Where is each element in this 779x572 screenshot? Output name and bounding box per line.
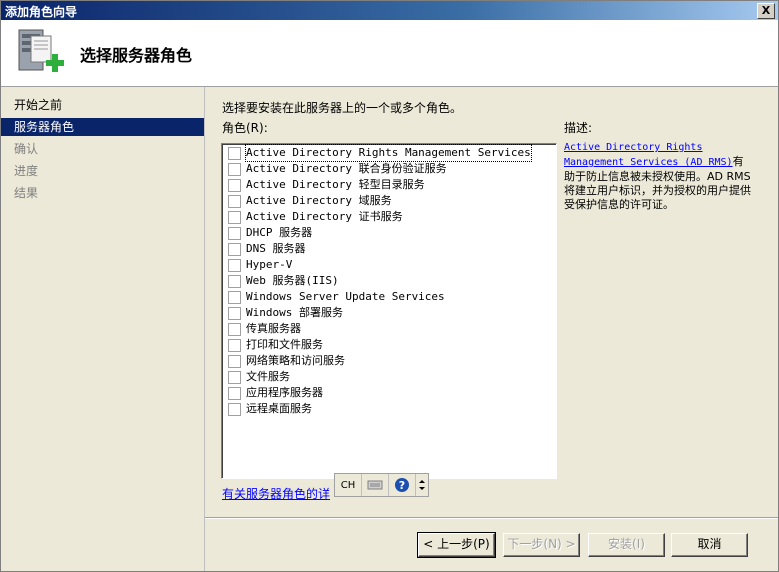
main-content: 选择要安装在此服务器上的一个或多个角色。 角色(R): Active Direc…: [205, 87, 778, 517]
role-label: Windows 部署服务: [246, 306, 343, 319]
role-item[interactable]: Active Directory 证书服务: [226, 209, 546, 225]
title-bar[interactable]: 添加角色向导 X: [1, 1, 778, 20]
role-checkbox[interactable]: [228, 339, 241, 352]
role-checkbox[interactable]: [228, 403, 241, 416]
description-panel: Active Directory Rights Management Servi…: [564, 140, 754, 212]
role-checkbox[interactable]: [228, 195, 241, 208]
window-title: 添加角色向导: [5, 5, 78, 19]
role-checkbox[interactable]: [228, 227, 241, 240]
role-item[interactable]: 远程桌面服务: [226, 401, 546, 417]
more-info-link[interactable]: 有关服务器角色的详: [222, 485, 330, 502]
role-item[interactable]: 应用程序服务器: [226, 385, 546, 401]
wizard-header: 选择服务器角色: [1, 20, 778, 87]
role-label: Active Directory 轻型目录服务: [246, 178, 425, 191]
role-item[interactable]: Active Directory 域服务: [226, 193, 546, 209]
back-button[interactable]: < 上一步(P): [417, 532, 496, 558]
nav-item-progress: 进度: [14, 164, 39, 178]
role-label: Active Directory Rights Management Servi…: [245, 144, 532, 162]
add-roles-wizard-window: 添加角色向导 X 选择服务器角色 开始之前 服务器角色 确认 进度 结果 选择要…: [0, 0, 779, 572]
options-arrow-icon[interactable]: [416, 474, 428, 496]
role-checkbox[interactable]: [228, 259, 241, 272]
wizard-steps-nav: 开始之前 服务器角色 确认 进度 结果: [1, 87, 205, 571]
help-icon[interactable]: ?: [389, 474, 416, 496]
role-label: Windows Server Update Services: [246, 290, 445, 303]
role-item[interactable]: Active Directory Rights Management Servi…: [226, 144, 546, 162]
role-item[interactable]: DNS 服务器: [226, 241, 546, 257]
description-link[interactable]: Active Directory Rights Management Servi…: [564, 142, 733, 168]
role-label: 文件服务: [246, 370, 290, 383]
install-button[interactable]: 安装(I): [588, 533, 665, 557]
role-checkbox[interactable]: [228, 243, 241, 256]
role-checkbox[interactable]: [228, 147, 241, 160]
role-label: 远程桌面服务: [246, 402, 312, 415]
role-checkbox[interactable]: [228, 371, 241, 384]
close-button[interactable]: X: [757, 3, 775, 19]
role-item[interactable]: 网络策略和访问服务: [226, 353, 546, 369]
instruction-text: 选择要安装在此服务器上的一个或多个角色。: [222, 101, 463, 115]
role-item[interactable]: Active Directory 轻型目录服务: [226, 177, 546, 193]
role-checkbox[interactable]: [228, 211, 241, 224]
nav-item-before-you-begin[interactable]: 开始之前: [1, 96, 204, 114]
role-checkbox[interactable]: [228, 179, 241, 192]
role-label: Active Directory 域服务: [246, 194, 392, 207]
nav-item-server-roles[interactable]: 服务器角色: [1, 118, 204, 136]
role-item[interactable]: 传真服务器: [226, 321, 546, 337]
role-label: 应用程序服务器: [246, 386, 323, 399]
role-checkbox[interactable]: [228, 163, 241, 176]
ime-toolbar[interactable]: CH ?: [334, 473, 429, 497]
server-add-icon: [18, 29, 64, 72]
role-checkbox[interactable]: [228, 307, 241, 320]
role-label: 传真服务器: [246, 322, 301, 335]
role-label: DNS 服务器: [246, 242, 306, 255]
role-item[interactable]: Hyper-V: [226, 257, 546, 273]
role-checkbox[interactable]: [228, 387, 241, 400]
role-label: 打印和文件服务: [246, 338, 323, 351]
roles-label: 角色(R):: [222, 121, 268, 135]
role-item[interactable]: Windows 部署服务: [226, 305, 546, 321]
ime-language-button[interactable]: CH: [335, 474, 362, 496]
cancel-button[interactable]: 取消: [671, 533, 748, 557]
wizard-footer: < 上一步(P) 下一步(N) > 安装(I) 取消: [205, 517, 778, 572]
role-label: Web 服务器(IIS): [246, 274, 339, 287]
nav-item-confirmation: 确认: [14, 142, 39, 156]
roles-list[interactable]: Active Directory Rights Management Servi…: [221, 143, 557, 479]
role-item[interactable]: Web 服务器(IIS): [226, 273, 546, 289]
role-checkbox[interactable]: [228, 323, 241, 336]
role-checkbox[interactable]: [228, 275, 241, 288]
description-label: 描述:: [564, 121, 593, 135]
role-label: Active Directory 联合身份验证服务: [246, 162, 447, 175]
next-button[interactable]: 下一步(N) >: [503, 533, 580, 557]
role-label: Active Directory 证书服务: [246, 210, 403, 223]
role-item[interactable]: 打印和文件服务: [226, 337, 546, 353]
role-item[interactable]: Active Directory 联合身份验证服务: [226, 161, 546, 177]
nav-item-results: 结果: [14, 186, 39, 200]
role-item[interactable]: Windows Server Update Services: [226, 289, 546, 305]
role-label: DHCP 服务器: [246, 226, 313, 239]
role-label: Hyper-V: [246, 258, 293, 271]
page-title: 选择服务器角色: [80, 46, 193, 65]
svg-text:?: ?: [399, 479, 405, 492]
role-checkbox[interactable]: [228, 355, 241, 368]
role-item[interactable]: DHCP 服务器: [226, 225, 546, 241]
keyboard-icon[interactable]: [362, 474, 389, 496]
role-checkbox[interactable]: [228, 291, 241, 304]
role-item[interactable]: 文件服务: [226, 369, 546, 385]
role-label: 网络策略和访问服务: [246, 354, 345, 367]
